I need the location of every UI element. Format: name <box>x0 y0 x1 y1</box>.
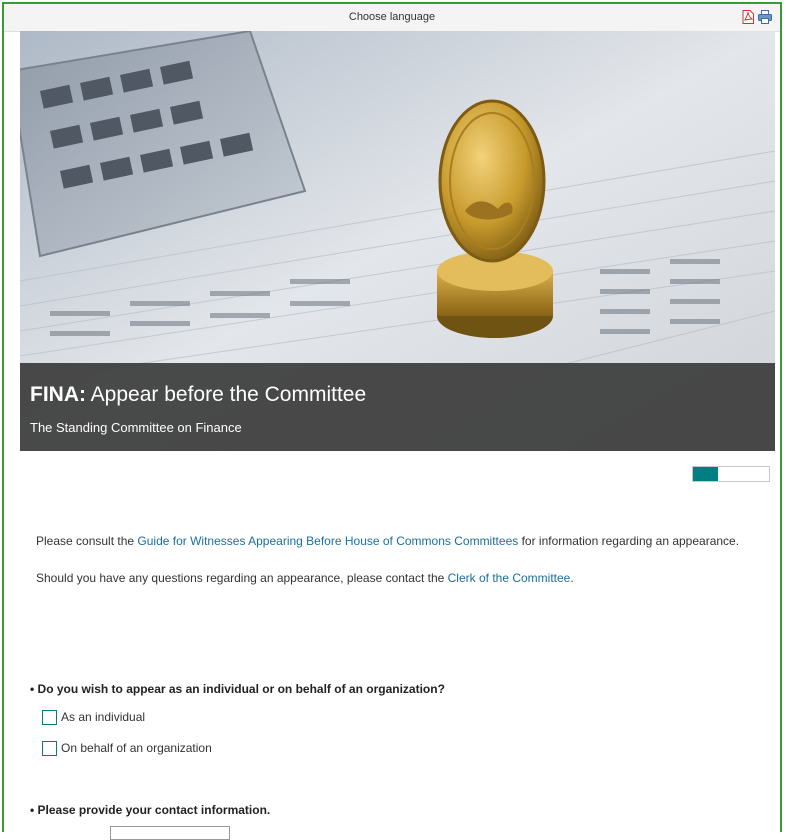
progress-bar <box>692 466 770 482</box>
pdf-icon[interactable] <box>742 10 754 24</box>
progress-fill <box>693 467 719 481</box>
top-bar: Choose language <box>4 4 780 32</box>
question-appear-type: • Do you wish to appear as an individual… <box>30 682 445 696</box>
checkbox-organization[interactable] <box>42 740 57 756</box>
contact-field[interactable] <box>110 826 230 840</box>
option-individual[interactable]: As an individual <box>42 708 145 726</box>
page-frame: Choose language FINA: Appear before the … <box>2 2 782 840</box>
intro-line-2: Should you have any questions regarding … <box>36 571 574 585</box>
intro-line-1: Please consult the Guide for Witnesses A… <box>36 534 740 548</box>
checkbox-individual[interactable] <box>42 709 57 725</box>
hero-caption: FINA: Appear before the Committee The St… <box>20 363 775 451</box>
question-contact-info: • Please provide your contact informatio… <box>30 803 271 817</box>
hero-banner: FINA: Appear before the Committee The St… <box>20 31 775 451</box>
option-label: As an individual <box>61 710 146 724</box>
guide-link[interactable]: Guide for Witnesses Appearing Before Hou… <box>137 534 518 548</box>
page-subtitle: The Standing Committee on Finance <box>30 420 242 435</box>
choose-language-link[interactable]: Choose language <box>4 11 780 23</box>
page-title: FINA: Appear before the Committee <box>30 383 367 406</box>
option-organization[interactable]: On behalf of an organization <box>42 739 212 757</box>
clerk-link[interactable]: Clerk of the Committee <box>448 571 571 585</box>
option-label: On behalf of an organization <box>61 741 212 755</box>
print-icon[interactable] <box>758 10 772 24</box>
